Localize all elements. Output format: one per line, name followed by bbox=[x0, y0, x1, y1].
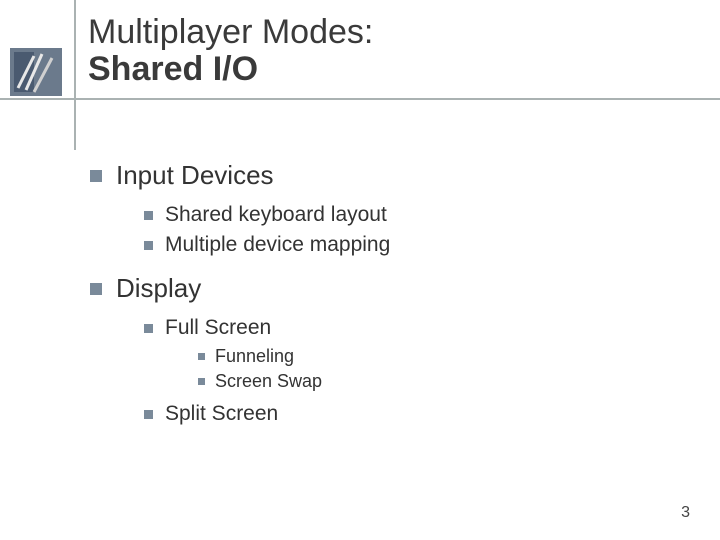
list-item-label: Shared keyboard layout bbox=[165, 203, 387, 227]
square-bullet-icon bbox=[144, 324, 153, 333]
list-item: Screen Swap bbox=[198, 371, 650, 392]
list-item: Full Screen bbox=[144, 316, 650, 340]
list-item: Display bbox=[90, 273, 650, 304]
horizontal-divider bbox=[0, 98, 720, 100]
slide-title: Multiplayer Modes: Shared I/O bbox=[88, 14, 373, 89]
slide: Multiplayer Modes: Shared I/O Input Devi… bbox=[0, 0, 720, 540]
slide-content: Input Devices Shared keyboard layout Mul… bbox=[90, 156, 650, 432]
square-bullet-icon bbox=[90, 283, 102, 295]
list-item-label: Input Devices bbox=[116, 160, 274, 191]
square-bullet-icon bbox=[144, 211, 153, 220]
list-item: Input Devices bbox=[90, 160, 650, 191]
square-bullet-icon bbox=[144, 241, 153, 250]
list-item: Shared keyboard layout bbox=[144, 203, 650, 227]
vertical-divider bbox=[74, 0, 76, 150]
square-bullet-icon bbox=[198, 378, 205, 385]
square-bullet-icon bbox=[90, 170, 102, 182]
list-item: Funneling bbox=[198, 346, 650, 367]
list-item-label: Screen Swap bbox=[215, 371, 322, 392]
title-line-2: Shared I/O bbox=[88, 51, 373, 88]
square-bullet-icon bbox=[198, 353, 205, 360]
logo-icon bbox=[10, 48, 62, 96]
title-line-1: Multiplayer Modes: bbox=[88, 14, 373, 51]
list-item: Multiple device mapping bbox=[144, 233, 650, 257]
square-bullet-icon bbox=[144, 410, 153, 419]
page-number: 3 bbox=[681, 504, 690, 522]
slide-logo bbox=[10, 48, 62, 96]
list-item-label: Full Screen bbox=[165, 316, 271, 340]
list-item-label: Multiple device mapping bbox=[165, 233, 390, 257]
list-item-label: Funneling bbox=[215, 346, 294, 367]
list-item: Split Screen bbox=[144, 402, 650, 426]
list-item-label: Display bbox=[116, 273, 201, 304]
list-item-label: Split Screen bbox=[165, 402, 278, 426]
